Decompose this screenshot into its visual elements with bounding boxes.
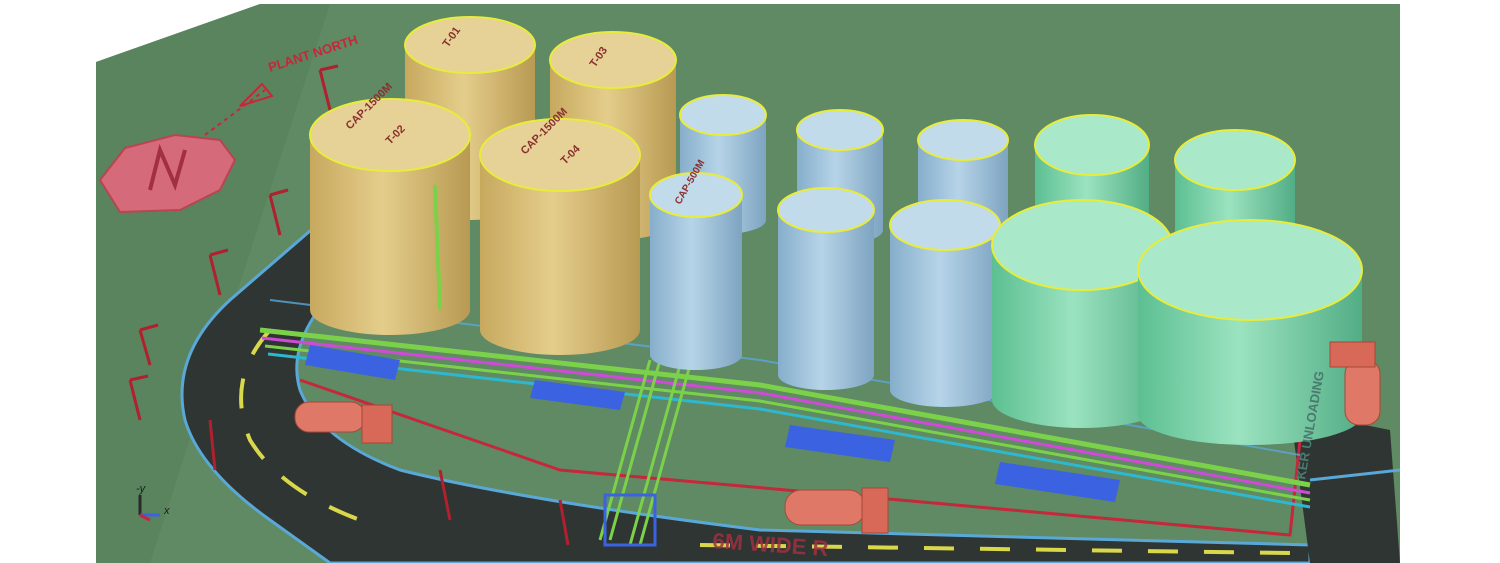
tank-t02[interactable]: CAP-1500M T-02 [309,81,471,335]
plant-3d-model-view[interactable]: PLANT NORTH T-01 T-03 CAP-1500M T-02 CAP… [0,0,1500,563]
tank-blue-front-2[interactable] [777,187,875,390]
tank-t04[interactable]: CAP-1500M T-04 [479,106,641,355]
tank-blue-front-3[interactable] [889,199,1001,407]
axis-x-label: x [163,505,170,517]
tank-group-blue: CAP-500M [649,94,1009,407]
axis-y-label: -y [136,483,147,495]
tank-blue-front-1[interactable]: CAP-500M [649,158,743,370]
tank-green-front-2[interactable] [1137,219,1363,445]
